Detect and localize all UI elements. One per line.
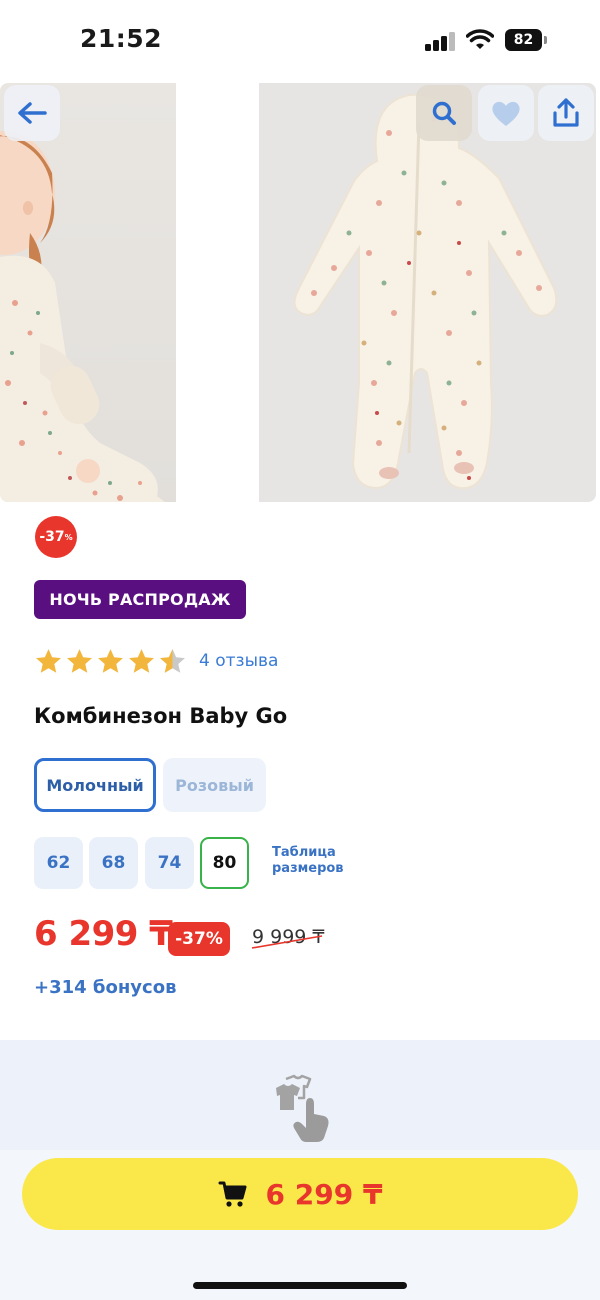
size-option-80[interactable]: 80	[200, 837, 249, 889]
home-indicator[interactable]	[193, 1282, 407, 1289]
signal-icon	[425, 31, 457, 51]
add-to-cart-button[interactable]: 6 299 ₸	[22, 1158, 578, 1230]
size-table-link-line2: размеров	[272, 861, 344, 876]
cart-icon	[218, 1181, 247, 1207]
size-table-link[interactable]: Таблица размеров	[272, 845, 344, 877]
size-table-link-line1: Таблица	[272, 845, 336, 860]
star-icon	[36, 648, 61, 673]
status-bar: 21:52 82	[0, 0, 600, 80]
search-button[interactable]	[416, 85, 472, 141]
size-option-68[interactable]: 68	[89, 837, 138, 889]
old-price-strikethrough	[251, 935, 323, 949]
star-half-icon	[160, 648, 185, 673]
baby-wearing-jumpsuit-photo[interactable]	[0, 83, 176, 502]
heart-icon	[492, 101, 520, 126]
star-icon	[129, 648, 154, 673]
search-icon	[432, 101, 456, 125]
star-icon	[98, 648, 123, 673]
discount-circle-badge: -37%	[35, 516, 77, 558]
sale-night-badge[interactable]: НОЧЬ РАСПРОДАЖ	[34, 580, 246, 619]
current-price: 6 299 ₸	[34, 914, 173, 954]
color-option-pink[interactable]: Розовый	[163, 758, 266, 812]
star-icon	[67, 648, 92, 673]
cart-button-price: 6 299 ₸	[265, 1177, 383, 1211]
battery-icon: 82	[505, 29, 549, 51]
rating[interactable]: 4 отзыва	[34, 645, 278, 677]
price-discount-badge: -37%	[168, 922, 230, 956]
product-title: Комбинезон Baby Go	[34, 704, 288, 728]
discount-circle-unit: %	[64, 532, 73, 542]
discount-circle-value: -37	[39, 529, 65, 545]
jumpsuit-product-photo[interactable]	[259, 83, 596, 502]
favorite-button[interactable]	[478, 85, 534, 141]
tap-clothing-icon[interactable]	[262, 1074, 338, 1144]
reviews-link[interactable]: 4 отзыва	[199, 651, 278, 671]
size-option-62[interactable]: 62	[34, 837, 83, 889]
bonuses-label[interactable]: +314 бонусов	[34, 977, 176, 998]
product-gallery[interactable]	[0, 83, 600, 502]
status-time: 21:52	[80, 24, 163, 53]
share-button[interactable]	[538, 85, 594, 141]
back-arrow-icon	[18, 102, 47, 124]
size-option-74[interactable]: 74	[145, 837, 194, 889]
back-button[interactable]	[4, 85, 60, 141]
share-icon	[553, 98, 579, 127]
battery-level: 82	[505, 29, 542, 51]
wifi-icon	[466, 29, 494, 49]
color-option-milk[interactable]: Молочный	[34, 758, 156, 812]
